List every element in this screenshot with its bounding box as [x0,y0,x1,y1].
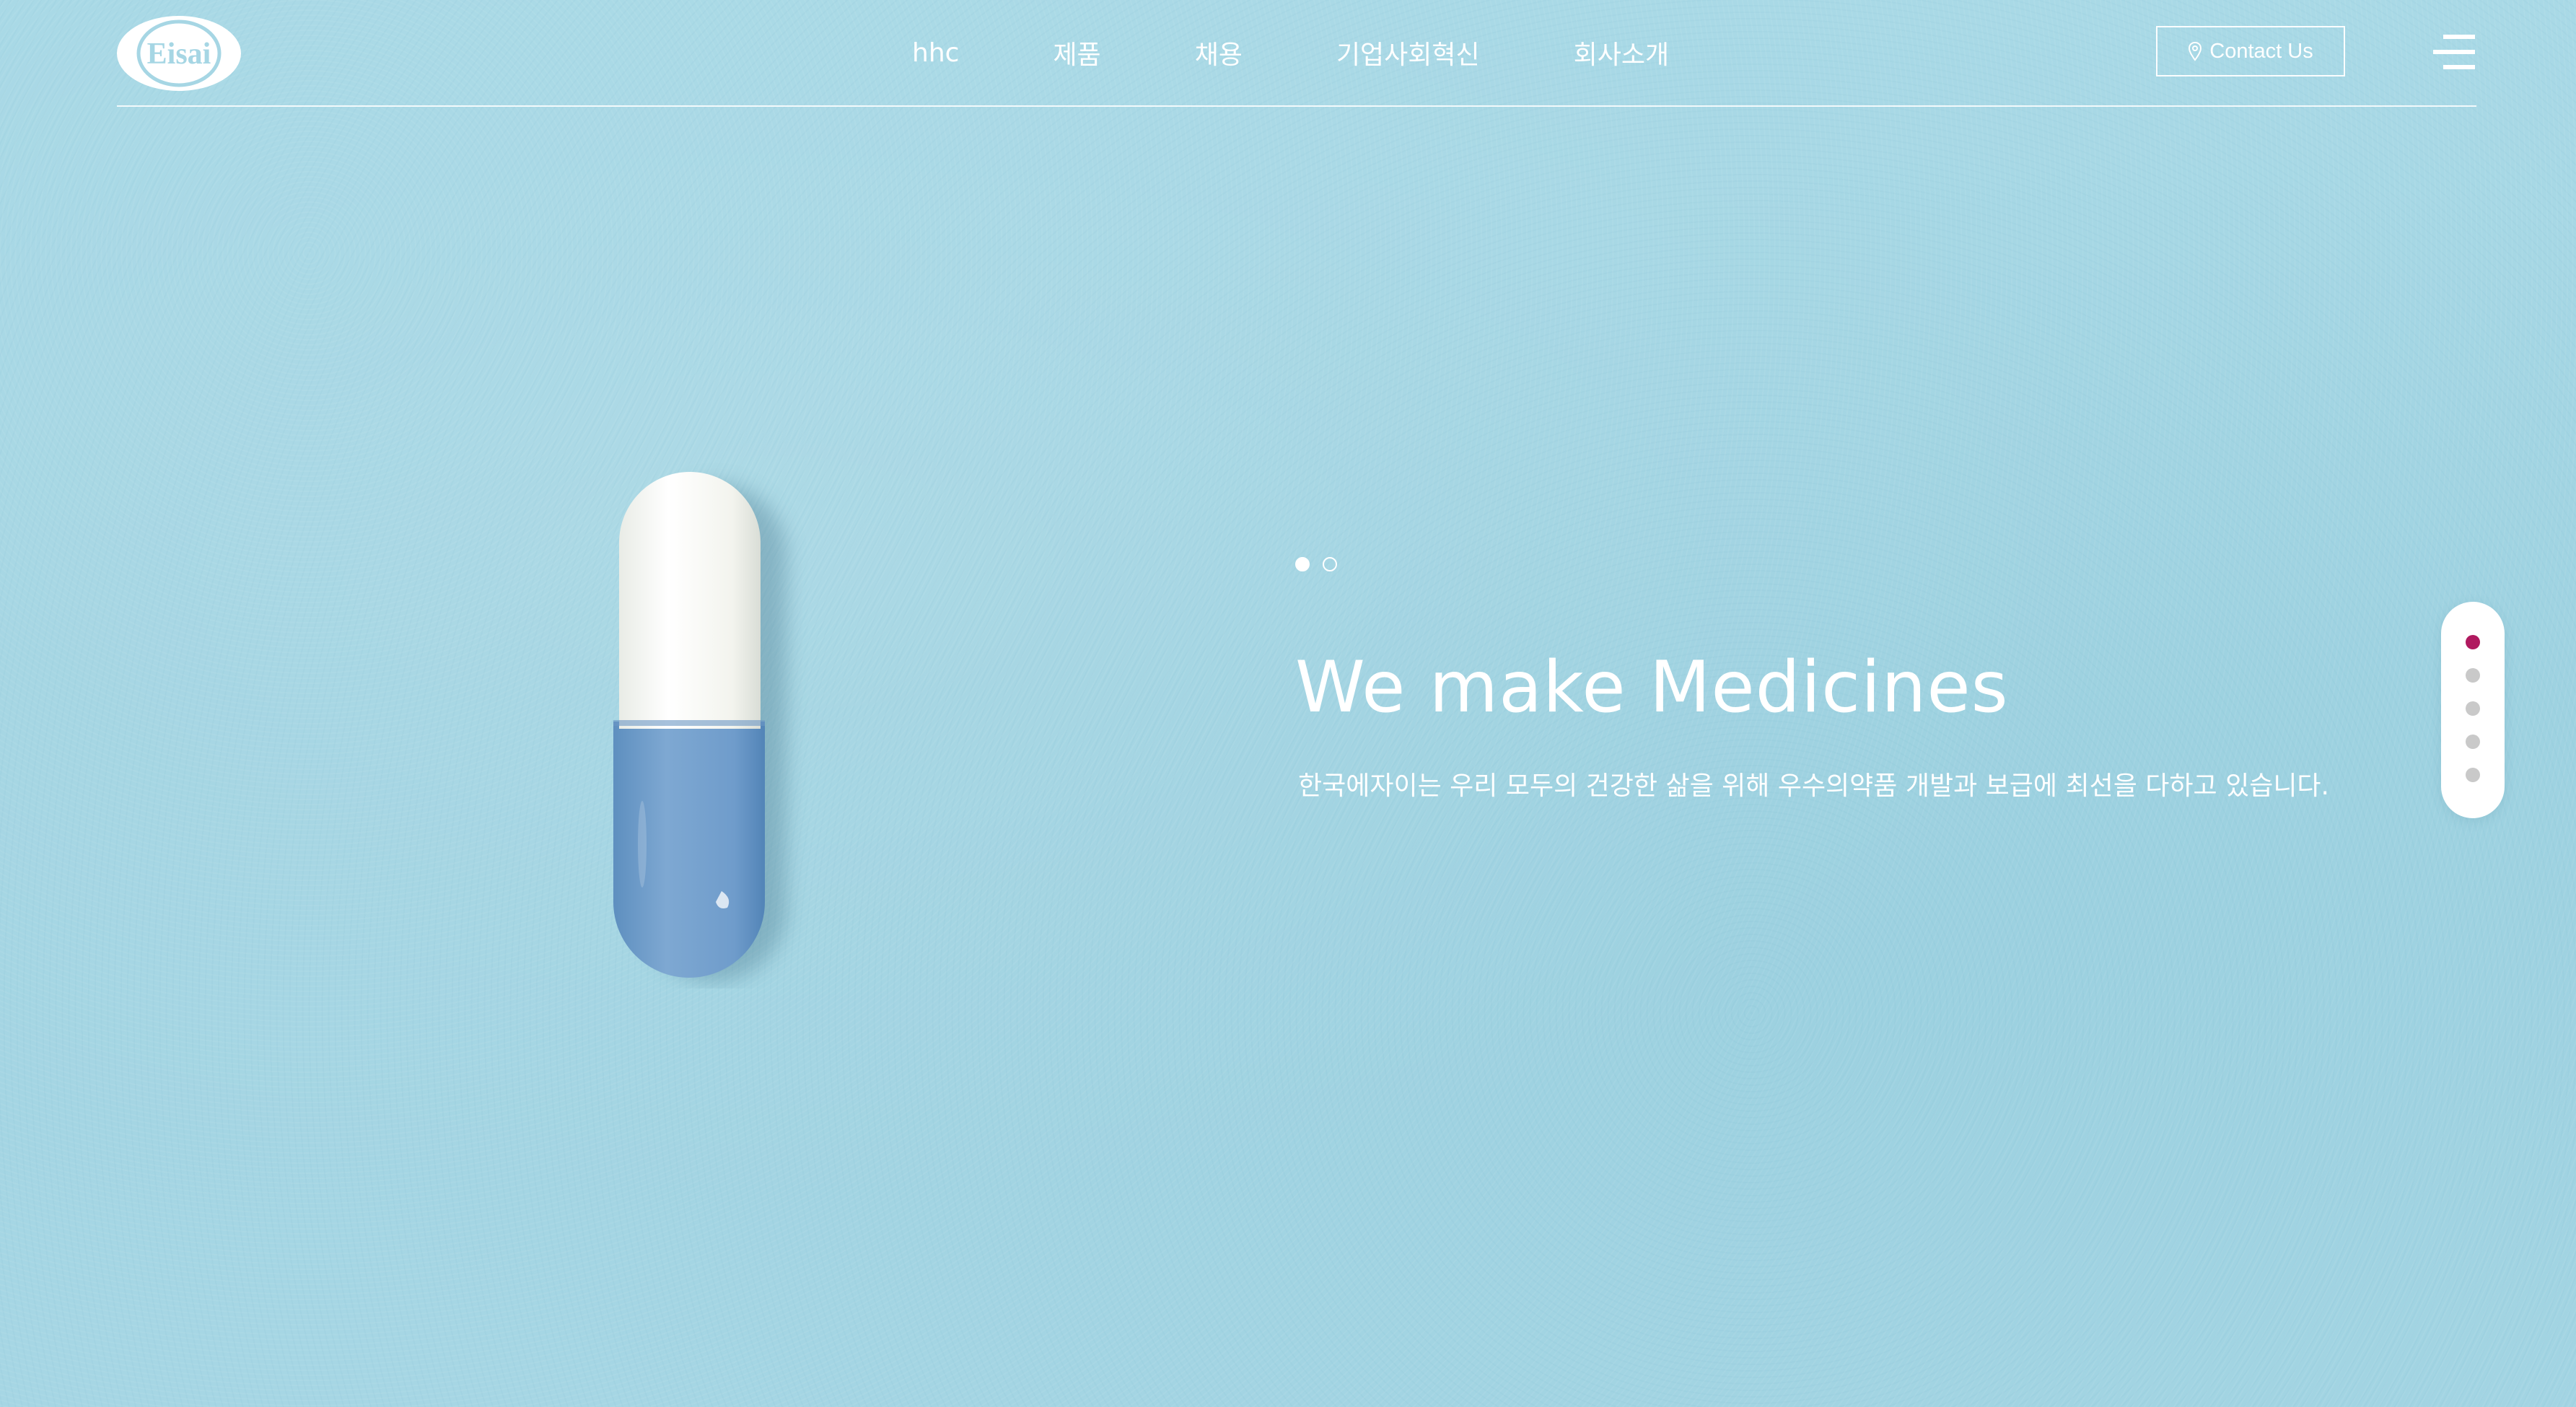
slide-dot-2[interactable] [1323,557,1337,571]
eisai-logo[interactable]: Eisai [117,16,241,91]
location-pin-icon [2189,41,2202,61]
contact-us-label: Contact Us [2209,39,2313,63]
hamburger-menu-icon[interactable] [2433,33,2475,71]
hero-section: We make Medicines 한국에자이는 우리 모두의 건강한 삶을 위… [1295,556,2378,802]
hero-title: We make Medicines [1295,646,2009,729]
slide-dot-1[interactable] [1295,557,1310,571]
section-dot-3[interactable] [2466,701,2480,716]
capsule-pill-image [592,455,808,989]
section-dot-5[interactable] [2466,768,2480,782]
hero-subtitle: 한국에자이는 우리 모두의 건강한 삶을 위해 우수의약품 개발과 보급에 최선… [1298,771,2330,801]
slide-dots [1295,556,2378,573]
nav-item-careers[interactable]: 채용 [1195,34,1243,71]
nav-item-products[interactable]: 제품 [1053,34,1100,71]
section-dot-2[interactable] [2466,668,2480,683]
section-dot-4[interactable] [2466,735,2480,749]
site-header: Eisai hhc 제품 채용 기업사회혁신 회사소개 Contact Us [117,0,2476,107]
svg-text:Eisai: Eisai [147,38,211,71]
nav-item-hhc[interactable]: hhc [912,38,959,68]
nav-item-social-innovation[interactable]: 기업사회혁신 [1336,34,1480,71]
main-nav: hhc 제품 채용 기업사회혁신 회사소개 [912,0,1669,105]
nav-item-about[interactable]: 회사소개 [1574,34,1669,71]
section-pager [2441,602,2505,818]
contact-us-button[interactable]: Contact Us [2156,26,2345,76]
section-dot-1[interactable] [2466,635,2480,649]
